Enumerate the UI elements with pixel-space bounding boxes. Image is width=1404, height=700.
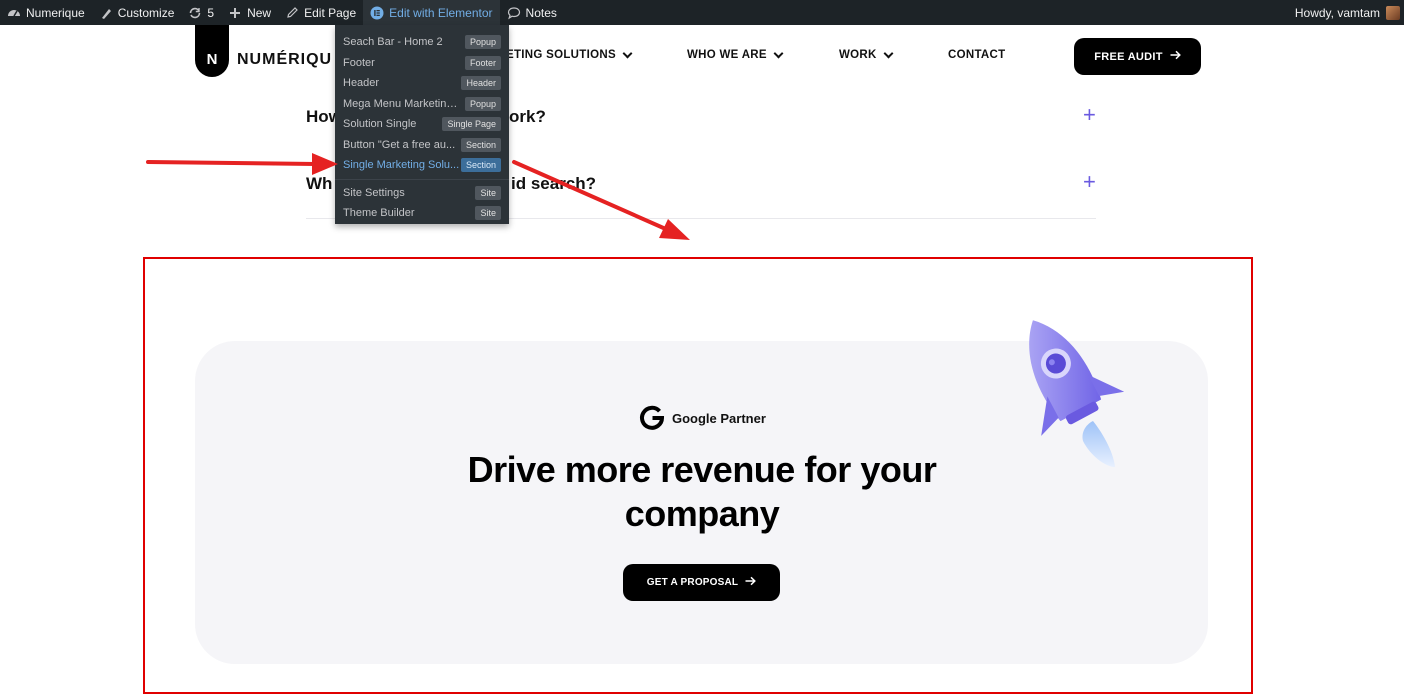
faq-question-end: id search? (511, 174, 597, 193)
cta-heading-line-1: Drive more revenue for your (467, 449, 937, 490)
google-partner-badge: Google Partner (638, 403, 766, 434)
chevron-down-icon (622, 48, 633, 58)
updates-link[interactable]: 5 (181, 0, 221, 25)
dropdown-item-label: Site Settings (343, 186, 405, 199)
nav-label: ETING SOLUTIONS (506, 49, 616, 61)
free-audit-label: FREE AUDIT (1094, 50, 1163, 63)
account-menu[interactable]: Howdy, vamtam (1295, 0, 1400, 25)
brush-icon (99, 6, 113, 20)
dropdown-item-badge: Popup (464, 96, 501, 111)
dropdown-item-highlighted[interactable]: Single Marketing Solu... Section (335, 155, 509, 176)
dropdown-item-label: Theme Builder (343, 207, 415, 220)
cta-heading-line-2: company (624, 493, 780, 534)
nav-work[interactable]: WORK (839, 48, 894, 61)
elementor-documents-dropdown: Seach Bar - Home 2 Popup Footer Footer H… (335, 25, 509, 224)
chevron-down-icon (883, 48, 894, 58)
customize-link[interactable]: Customize (92, 0, 182, 25)
plus-icon[interactable]: + (1083, 104, 1096, 126)
dropdown-item-label: Single Marketing Solu... (343, 159, 460, 172)
avatar (1386, 5, 1400, 20)
edit-elementor-label: Edit with Elementor (389, 5, 493, 20)
edit-page-label: Edit Page (304, 5, 357, 20)
howdy-label: Howdy, vamtam (1294, 5, 1380, 20)
edit-page-link[interactable]: Edit Page (278, 0, 363, 25)
dropdown-item[interactable]: Header Header (335, 73, 509, 94)
dropdown-item-label: Button "Get a free au... (343, 138, 456, 151)
dropdown-item-label: Mega Menu Marketing ... (343, 97, 461, 110)
dropdown-item[interactable]: Footer Footer (335, 53, 509, 74)
nav-label: WORK (839, 49, 877, 61)
dropdown-item-label: Footer (343, 56, 375, 69)
dropdown-item[interactable]: Seach Bar - Home 2 Popup (335, 32, 509, 53)
faq-question-1-end[interactable]: ork? (509, 107, 546, 127)
dropdown-item-badge: Section (460, 158, 501, 173)
dropdown-item-label: Seach Bar - Home 2 (343, 36, 443, 49)
logo-mark: N (195, 25, 229, 77)
wp-admin-bar: Numerique Customize 5 New Edit Page Edit… (0, 0, 1404, 25)
faq-question-2-end[interactable]: id search? (511, 174, 596, 194)
arrow-line (512, 160, 670, 232)
plus-icon[interactable]: + (1083, 171, 1096, 193)
arrow-head (659, 219, 690, 240)
nav-label: WHO WE ARE (687, 49, 767, 61)
chevron-down-icon (773, 48, 784, 58)
new-content-menu[interactable]: New (221, 0, 278, 25)
rocket-icon (1029, 320, 1125, 467)
dropdown-item-badge: Popup (464, 35, 501, 50)
notes-link[interactable]: Notes (500, 0, 564, 25)
edit-with-elementor-menu[interactable]: Edit with Elementor (363, 0, 500, 25)
new-label: New (247, 5, 272, 20)
dropdown-item-badge: Single Page (442, 117, 501, 132)
dropdown-item-label: Header (343, 77, 380, 90)
plus-icon (228, 6, 242, 20)
faq-question-end: ork? (509, 107, 546, 126)
dropdown-separator (335, 178, 509, 180)
faq-question-start: Wh (306, 174, 333, 193)
cta-heading: Drive more revenue for your company (400, 448, 1004, 536)
nav-marketing-solutions[interactable]: ETING SOLUTIONS (506, 48, 633, 61)
nav-label: CONTACT (948, 49, 1006, 61)
free-audit-button[interactable]: FREE AUDIT (1074, 38, 1201, 75)
site-logo[interactable]: N NUMÉRIQU (195, 25, 332, 77)
customize-label: Customize (117, 5, 175, 20)
site-settings-item[interactable]: Site Settings Site (335, 183, 509, 204)
dropdown-item-badge: Header (461, 76, 501, 91)
nav-contact[interactable]: CONTACT (948, 49, 1005, 61)
speech-bubble-icon (507, 6, 521, 20)
get-proposal-label: GET A PROPOSAL (646, 577, 739, 588)
dropdown-item-badge: Footer (464, 55, 501, 70)
nav-who-we-are[interactable]: WHO WE ARE (687, 48, 784, 61)
faq-question-2[interactable]: Wh (306, 174, 332, 194)
dropdown-item-label: Solution Single (343, 118, 417, 131)
arrow-right-icon (1170, 50, 1181, 63)
dropdown-item[interactable]: Mega Menu Marketing ... Popup (335, 94, 509, 115)
dropdown-item-badge: Section (460, 137, 501, 152)
pencil-icon (285, 6, 299, 20)
google-g-icon (638, 403, 666, 434)
dropdown-item-badge: Site (475, 185, 501, 200)
theme-builder-item[interactable]: Theme Builder Site (335, 203, 509, 224)
dashboard-icon (7, 6, 21, 20)
google-partner-label: Google Partner (672, 411, 766, 426)
logo-text: NUMÉRIQU (237, 51, 333, 68)
site-name-menu[interactable]: Numerique (0, 0, 92, 25)
arrow-line (146, 160, 318, 166)
updates-count: 5 (207, 5, 215, 20)
dropdown-item[interactable]: Button "Get a free au... Section (335, 135, 509, 156)
elementor-icon (370, 6, 384, 20)
refresh-icon (188, 6, 202, 20)
arrow-right-icon (745, 576, 757, 589)
get-proposal-button[interactable]: GET A PROPOSAL (623, 564, 780, 601)
notes-label: Notes (525, 5, 557, 20)
dropdown-item[interactable]: Solution Single Single Page (335, 114, 509, 135)
dropdown-item-badge: Site (475, 206, 501, 221)
site-name-label: Numerique (26, 5, 85, 20)
